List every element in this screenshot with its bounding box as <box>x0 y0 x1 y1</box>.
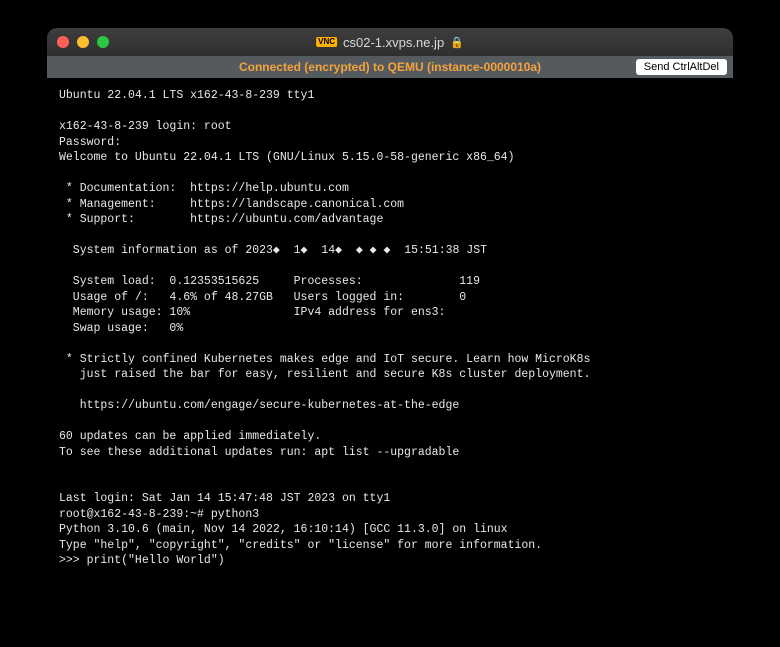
zoom-icon[interactable] <box>97 36 109 48</box>
lock-icon: 🔒 <box>450 36 464 49</box>
traffic-lights <box>57 36 109 48</box>
connection-status: Connected (encrypted) to QEMU (instance-… <box>239 60 541 74</box>
titlebar: VNC cs02-1.xvps.ne.jp 🔒 <box>47 28 733 56</box>
vnc-badge-icon: VNC <box>316 37 337 47</box>
window-title: cs02-1.xvps.ne.jp <box>343 35 444 50</box>
close-icon[interactable] <box>57 36 69 48</box>
minimize-icon[interactable] <box>77 36 89 48</box>
status-bar: Connected (encrypted) to QEMU (instance-… <box>47 56 733 78</box>
window-title-group: VNC cs02-1.xvps.ne.jp 🔒 <box>316 35 464 50</box>
vnc-window: VNC cs02-1.xvps.ne.jp 🔒 Connected (encry… <box>47 28 733 608</box>
send-ctrl-alt-del-button[interactable]: Send CtrlAltDel <box>636 59 727 75</box>
terminal-viewport[interactable]: Ubuntu 22.04.1 LTS x162-43-8-239 tty1 x1… <box>47 78 733 608</box>
